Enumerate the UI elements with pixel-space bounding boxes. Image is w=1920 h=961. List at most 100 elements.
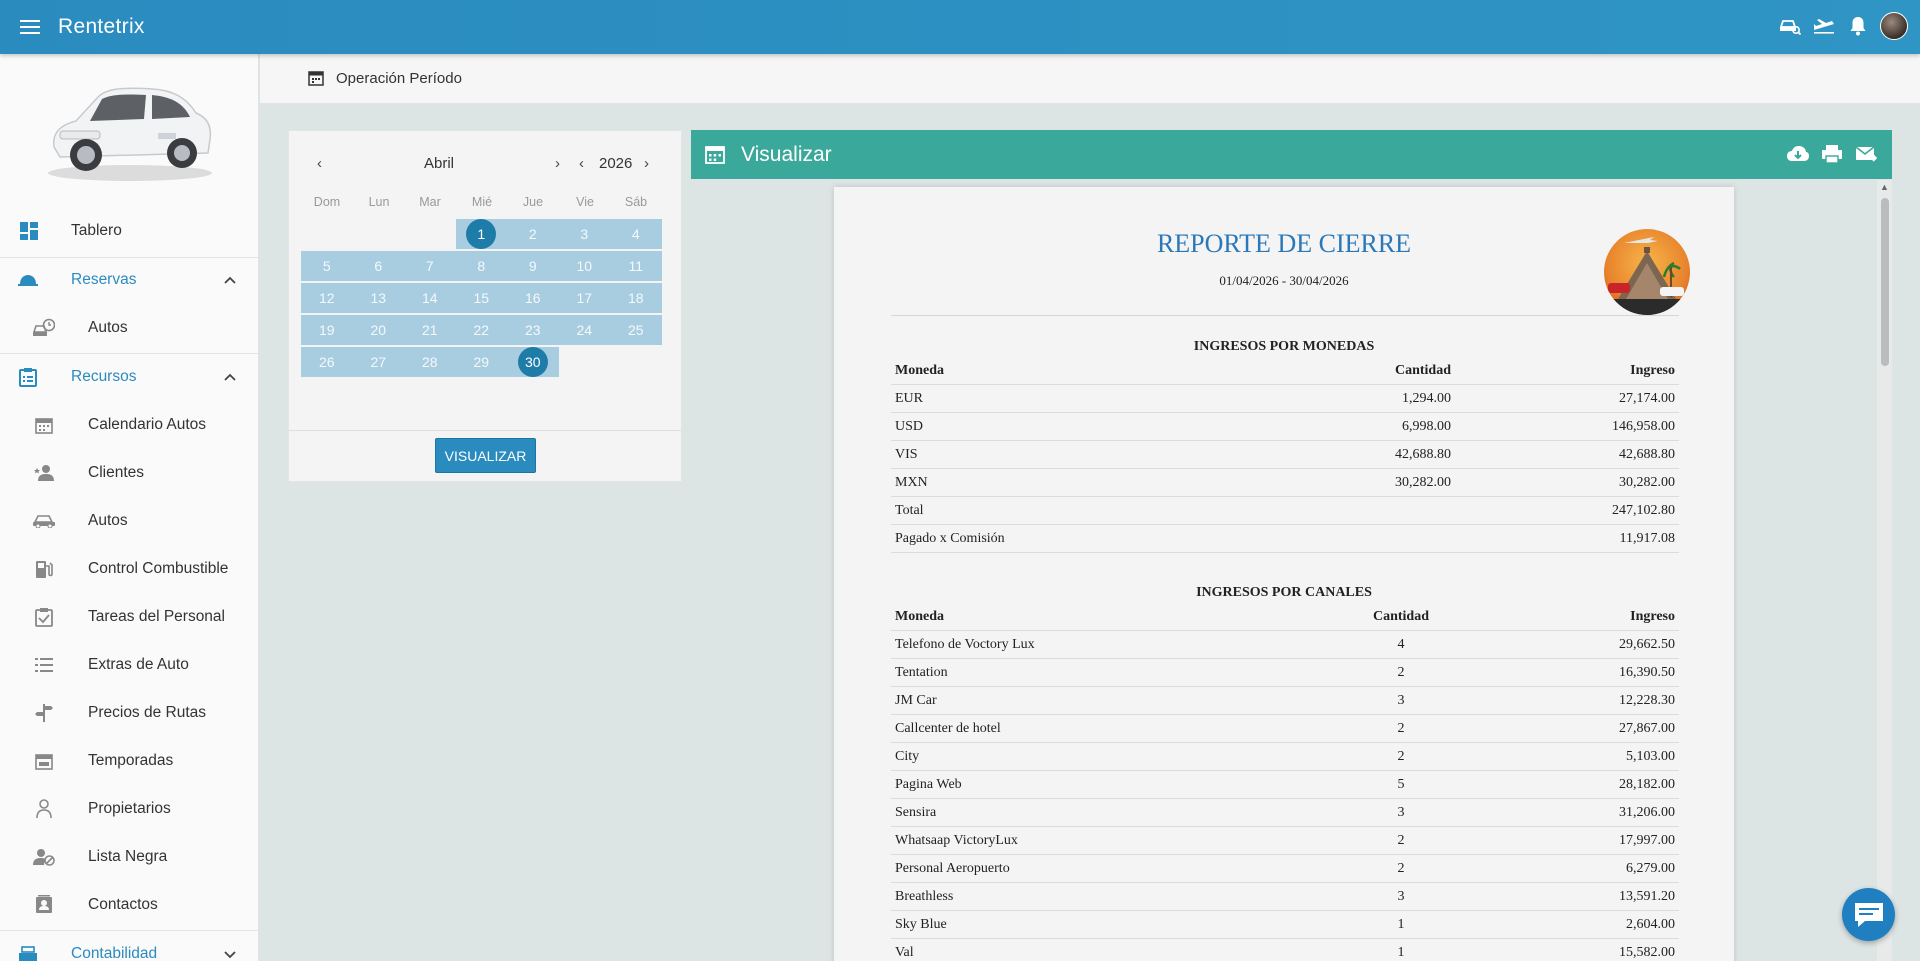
chevron-up-icon[interactable] <box>222 369 238 385</box>
user-avatar[interactable] <box>1880 12 1908 40</box>
cell-moneda: Tentation <box>895 665 948 680</box>
sidebar-item-tareas-personal[interactable]: Tareas del Personal <box>0 597 258 637</box>
calendar-day[interactable]: 4 <box>610 219 662 249</box>
calendar-day[interactable]: 29 <box>455 347 507 377</box>
cell-cantidad: 42,688.80 <box>1395 447 1451 462</box>
cell-ingreso: 17,997.00 <box>1619 833 1675 848</box>
calendar-day[interactable]: 18 <box>610 283 662 313</box>
sidebar-item-clientes[interactable]: Clientes <box>0 453 258 493</box>
sidebar-item-autos[interactable]: Autos <box>0 501 258 541</box>
calendar-day[interactable]: 30 <box>507 347 559 377</box>
calendar-day[interactable]: 2 <box>507 219 559 249</box>
cell-moneda: Breathless <box>895 889 954 904</box>
cell-ingreso: 42,688.80 <box>1619 447 1675 462</box>
calendar-day[interactable]: 1 <box>455 219 507 249</box>
cash-register-icon <box>17 943 39 961</box>
sidebar-item-autos-reservas[interactable]: Autos <box>0 308 258 348</box>
calendar-day[interactable]: 9 <box>507 251 559 281</box>
sidebar-item-tablero[interactable]: Tablero <box>0 211 258 251</box>
cell-ingreso: 15,582.00 <box>1619 945 1675 960</box>
user-block-icon <box>33 846 55 868</box>
sidebar-item-recursos[interactable]: Recursos <box>0 357 258 397</box>
next-month-icon[interactable]: › <box>555 155 560 172</box>
sidebar-item-calendario-autos[interactable]: Calendario Autos <box>0 405 258 445</box>
calendar-day[interactable]: 28 <box>404 347 456 377</box>
calendar-day[interactable]: 20 <box>352 315 404 345</box>
sidebar-item-precios-rutas[interactable]: Precios de Rutas <box>0 693 258 733</box>
cell-cantidad: 3 <box>1397 693 1405 708</box>
hamburger-menu-icon[interactable] <box>16 13 44 41</box>
calendar-day[interactable]: 22 <box>455 315 507 345</box>
signpost-icon <box>33 702 55 724</box>
calendar-day[interactable]: 13 <box>352 283 404 313</box>
cell-moneda: Total <box>895 503 924 518</box>
calendar-day[interactable]: 21 <box>404 315 456 345</box>
cell-cantidad: 2 <box>1397 721 1405 736</box>
plane-icon[interactable] <box>1812 14 1836 38</box>
weekday-header: Lun <box>368 195 390 209</box>
cell-ingreso: 12,228.30 <box>1619 693 1675 708</box>
sidebar-item-contactos[interactable]: Contactos <box>0 885 258 925</box>
sidebar-item-lista-negra[interactable]: Lista Negra <box>0 837 258 877</box>
sidebar-item-contabilidad[interactable]: Contabilidad <box>0 934 258 961</box>
print-icon[interactable] <box>1820 142 1844 166</box>
calendar-day[interactable]: 27 <box>352 347 404 377</box>
sidebar-item-temporadas[interactable]: Temporadas <box>0 741 258 781</box>
calendar-day[interactable]: 3 <box>558 219 610 249</box>
chevron-down-icon[interactable] <box>222 946 238 961</box>
prev-year-icon[interactable]: ‹ <box>579 155 584 172</box>
cell-moneda: Telefono de Voctory Lux <box>895 637 1035 652</box>
calendar-day[interactable]: 17 <box>558 283 610 313</box>
prev-month-icon[interactable]: ‹ <box>317 155 322 172</box>
calendar-day[interactable]: 26 <box>301 347 353 377</box>
calendar-day[interactable]: 11 <box>610 251 662 281</box>
sidebar-item-label: Control Combustible <box>88 560 229 577</box>
calendar-day[interactable]: 15 <box>455 283 507 313</box>
next-year-icon[interactable]: › <box>644 155 649 172</box>
sidebar-item-reservas[interactable]: Reservas <box>0 260 258 300</box>
panel-title: Visualizar <box>741 142 832 166</box>
sidebar-item-label: Propietarios <box>88 800 171 817</box>
calendar-day[interactable]: 25 <box>610 315 662 345</box>
calendar-day[interactable]: 23 <box>507 315 559 345</box>
calendar-day[interactable]: 8 <box>455 251 507 281</box>
section-title-monedas: INGRESOS POR MONEDAS <box>1193 339 1375 354</box>
sidebar-item-label: Contactos <box>88 896 158 913</box>
cell-moneda: VIS <box>895 447 918 462</box>
sidebar-item-label: Precios de Rutas <box>88 704 207 721</box>
clipboard-check-icon <box>33 606 55 628</box>
car-clock-icon <box>33 317 55 339</box>
weekday-header: Jue <box>522 195 544 209</box>
scroll-thumb[interactable] <box>1881 198 1889 366</box>
bell-icon[interactable] <box>1846 14 1870 38</box>
calendar-day[interactable]: 6 <box>352 251 404 281</box>
calendar-icon <box>33 414 55 436</box>
sidebar-item-label: Tablero <box>71 222 122 239</box>
sidebar-item-extras-auto[interactable]: Extras de Auto <box>0 645 258 685</box>
calendar-day[interactable]: 7 <box>404 251 456 281</box>
cloud-download-icon[interactable] <box>1786 142 1810 166</box>
report-scrollbar[interactable]: ▲ <box>1877 180 1892 961</box>
calendar-day[interactable]: 19 <box>301 315 353 345</box>
calendar-day[interactable]: 16 <box>507 283 559 313</box>
email-send-icon[interactable] <box>1854 142 1878 166</box>
car-search-icon[interactable] <box>1778 14 1802 38</box>
calendar-day[interactable]: 10 <box>558 251 610 281</box>
chat-button[interactable] <box>1842 888 1895 941</box>
cell-ingreso: 13,591.20 <box>1619 889 1675 904</box>
calendar-day[interactable]: 5 <box>301 251 353 281</box>
scroll-up-icon[interactable]: ▲ <box>1880 182 1889 192</box>
visualizar-button[interactable]: VISUALIZAR <box>435 438 536 473</box>
calendar-day[interactable]: 12 <box>301 283 353 313</box>
sidebar-item-propietarios[interactable]: Propietarios <box>0 789 258 829</box>
column-header: Cantidad <box>1372 609 1430 624</box>
car-image <box>0 54 258 204</box>
calendar-day[interactable]: 14 <box>404 283 456 313</box>
cell-cantidad: 4 <box>1397 637 1405 652</box>
calendar-day[interactable]: 24 <box>558 315 610 345</box>
report-panel: Visualizar REPORTE DE CIERRE 01/04/2026 … <box>691 130 1892 961</box>
sidebar-item-label: Lista Negra <box>88 848 168 865</box>
selected-day: 30 <box>517 347 548 377</box>
chevron-up-icon[interactable] <box>222 272 238 288</box>
sidebar-item-control-combustible[interactable]: Control Combustible <box>0 549 258 589</box>
